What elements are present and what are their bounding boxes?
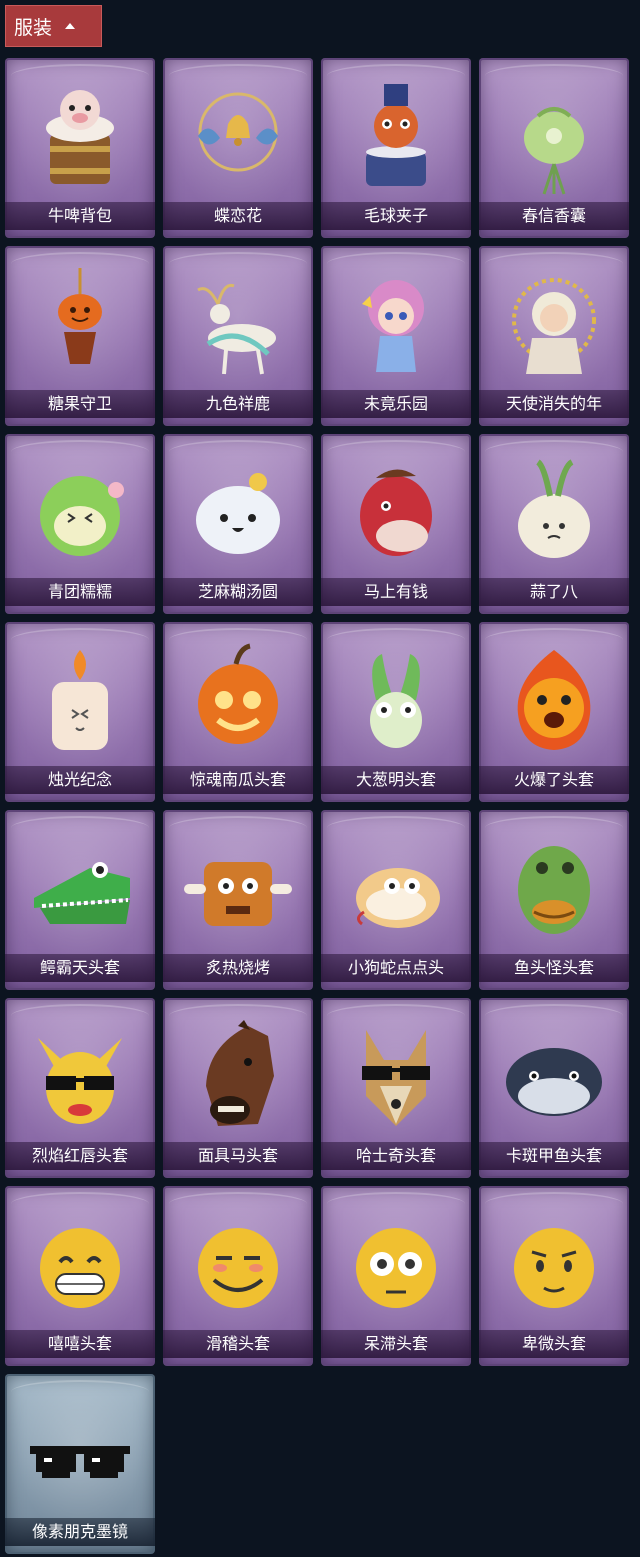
item-grid: 牛啤背包 蝶恋花 毛球夹子 春信香囊糖果守卫 九色祥鹿 未竟乐园 天使消失的年青团糯糯 芝麻糊… xyxy=(5,58,629,1554)
item-card[interactable]: 卑微头套 xyxy=(479,1186,629,1366)
item-name: 像素朋克墨镜 xyxy=(5,1518,155,1546)
butterfly-bell-icon xyxy=(178,76,298,196)
scallion-head-icon xyxy=(336,640,456,760)
item-card[interactable]: 面具马头套 xyxy=(163,998,313,1178)
item-name: 蝶恋花 xyxy=(163,202,313,230)
item-card[interactable]: 鳄霸天头套 xyxy=(5,810,155,990)
humble-emoji-head-icon xyxy=(494,1204,614,1324)
item-name: 牛啤背包 xyxy=(5,202,155,230)
item-card[interactable]: 嘻嘻头套 xyxy=(5,1186,155,1366)
item-name: 烛光纪念 xyxy=(5,766,155,794)
item-name: 卡斑甲鱼头套 xyxy=(479,1142,629,1170)
item-card[interactable]: 马上有钱 xyxy=(321,434,471,614)
snake-dog-head-icon xyxy=(336,828,456,948)
item-card[interactable]: 蒜了八 xyxy=(479,434,629,614)
candle-icon xyxy=(20,640,140,760)
item-name: 滑稽头套 xyxy=(163,1330,313,1358)
bbq-head-icon xyxy=(178,828,298,948)
pink-doll-icon xyxy=(336,264,456,384)
item-card[interactable]: 惊魂南瓜头套 xyxy=(163,622,313,802)
smirk-emoji-head-icon xyxy=(178,1204,298,1324)
item-card[interactable]: 牛啤背包 xyxy=(5,58,155,238)
pumpkin-head-icon xyxy=(178,640,298,760)
item-name: 蒜了八 xyxy=(479,578,629,606)
item-card[interactable]: 青团糯糯 xyxy=(5,434,155,614)
deer-ornament-icon xyxy=(178,264,298,384)
item-card[interactable]: 烈焰红唇头套 xyxy=(5,998,155,1178)
white-dumpling-icon xyxy=(178,452,298,572)
green-rice-ball-icon xyxy=(20,452,140,572)
grin-emoji-head-icon xyxy=(20,1204,140,1324)
cow-beer-backpack-icon xyxy=(20,76,140,196)
item-name: 卑微头套 xyxy=(479,1330,629,1358)
husky-head-icon xyxy=(336,1016,456,1136)
crocodile-head-icon xyxy=(20,828,140,948)
item-card[interactable]: 鱼头怪头套 xyxy=(479,810,629,990)
item-name: 鱼头怪头套 xyxy=(479,954,629,982)
category-label: 服装 xyxy=(14,16,53,39)
item-card[interactable]: 哈士奇头套 xyxy=(321,998,471,1178)
red-panda-drum-icon xyxy=(336,76,456,196)
item-name: 火爆了头套 xyxy=(479,766,629,794)
item-card[interactable]: 糖果守卫 xyxy=(5,246,155,426)
item-card[interactable]: 九色祥鹿 xyxy=(163,246,313,426)
item-name: 小狗蛇点点头 xyxy=(321,954,471,982)
fish-monster-head-icon xyxy=(494,828,614,948)
item-card[interactable]: 芝麻糊汤圆 xyxy=(163,434,313,614)
item-name: 天使消失的年 xyxy=(479,390,629,418)
item-name: 鳄霸天头套 xyxy=(5,954,155,982)
item-name: 炙热烧烤 xyxy=(163,954,313,982)
pixel-sunglasses-icon xyxy=(20,1392,140,1512)
dazed-emoji-head-icon xyxy=(336,1204,456,1324)
item-card[interactable]: 炙热烧烤 xyxy=(163,810,313,990)
garlic-icon xyxy=(494,452,614,572)
item-name: 青团糯糯 xyxy=(5,578,155,606)
item-name: 毛球夹子 xyxy=(321,202,471,230)
item-card[interactable]: 蝶恋花 xyxy=(163,58,313,238)
item-card[interactable]: 天使消失的年 xyxy=(479,246,629,426)
item-card[interactable]: 未竟乐园 xyxy=(321,246,471,426)
item-card[interactable]: 滑稽头套 xyxy=(163,1186,313,1366)
item-card[interactable]: 毛球夹子 xyxy=(321,58,471,238)
catfish-head-icon xyxy=(494,1016,614,1136)
item-card[interactable]: 烛光纪念 xyxy=(5,622,155,802)
yellow-mouse-head-icon xyxy=(20,1016,140,1136)
item-name: 呆滞头套 xyxy=(321,1330,471,1358)
item-card[interactable]: 火爆了头套 xyxy=(479,622,629,802)
angel-doll-icon xyxy=(494,264,614,384)
item-name: 未竟乐园 xyxy=(321,390,471,418)
item-name: 惊魂南瓜头套 xyxy=(163,766,313,794)
item-name: 马上有钱 xyxy=(321,578,471,606)
green-sachet-icon xyxy=(494,76,614,196)
item-name: 烈焰红唇头套 xyxy=(5,1142,155,1170)
item-name: 面具马头套 xyxy=(163,1142,313,1170)
item-name: 大葱明头套 xyxy=(321,766,471,794)
red-horse-icon xyxy=(336,452,456,572)
item-name: 糖果守卫 xyxy=(5,390,155,418)
item-card[interactable]: 像素朋克墨镜 xyxy=(5,1374,155,1554)
item-name: 哈士奇头套 xyxy=(321,1142,471,1170)
item-name: 九色祥鹿 xyxy=(163,390,313,418)
item-card[interactable]: 小狗蛇点点头 xyxy=(321,810,471,990)
fire-head-icon xyxy=(494,640,614,760)
item-card[interactable]: 大葱明头套 xyxy=(321,622,471,802)
horse-mask-icon xyxy=(178,1016,298,1136)
chevron-up-icon xyxy=(65,23,76,29)
pumpkin-lantern-icon xyxy=(20,264,140,384)
item-card[interactable]: 呆滞头套 xyxy=(321,1186,471,1366)
item-name: 春信香囊 xyxy=(479,202,629,230)
item-card[interactable]: 卡斑甲鱼头套 xyxy=(479,998,629,1178)
clothing-category-toggle[interactable]: 服装 xyxy=(5,5,102,47)
item-name: 芝麻糊汤圆 xyxy=(163,578,313,606)
item-name: 嘻嘻头套 xyxy=(5,1330,155,1358)
item-card[interactable]: 春信香囊 xyxy=(479,58,629,238)
